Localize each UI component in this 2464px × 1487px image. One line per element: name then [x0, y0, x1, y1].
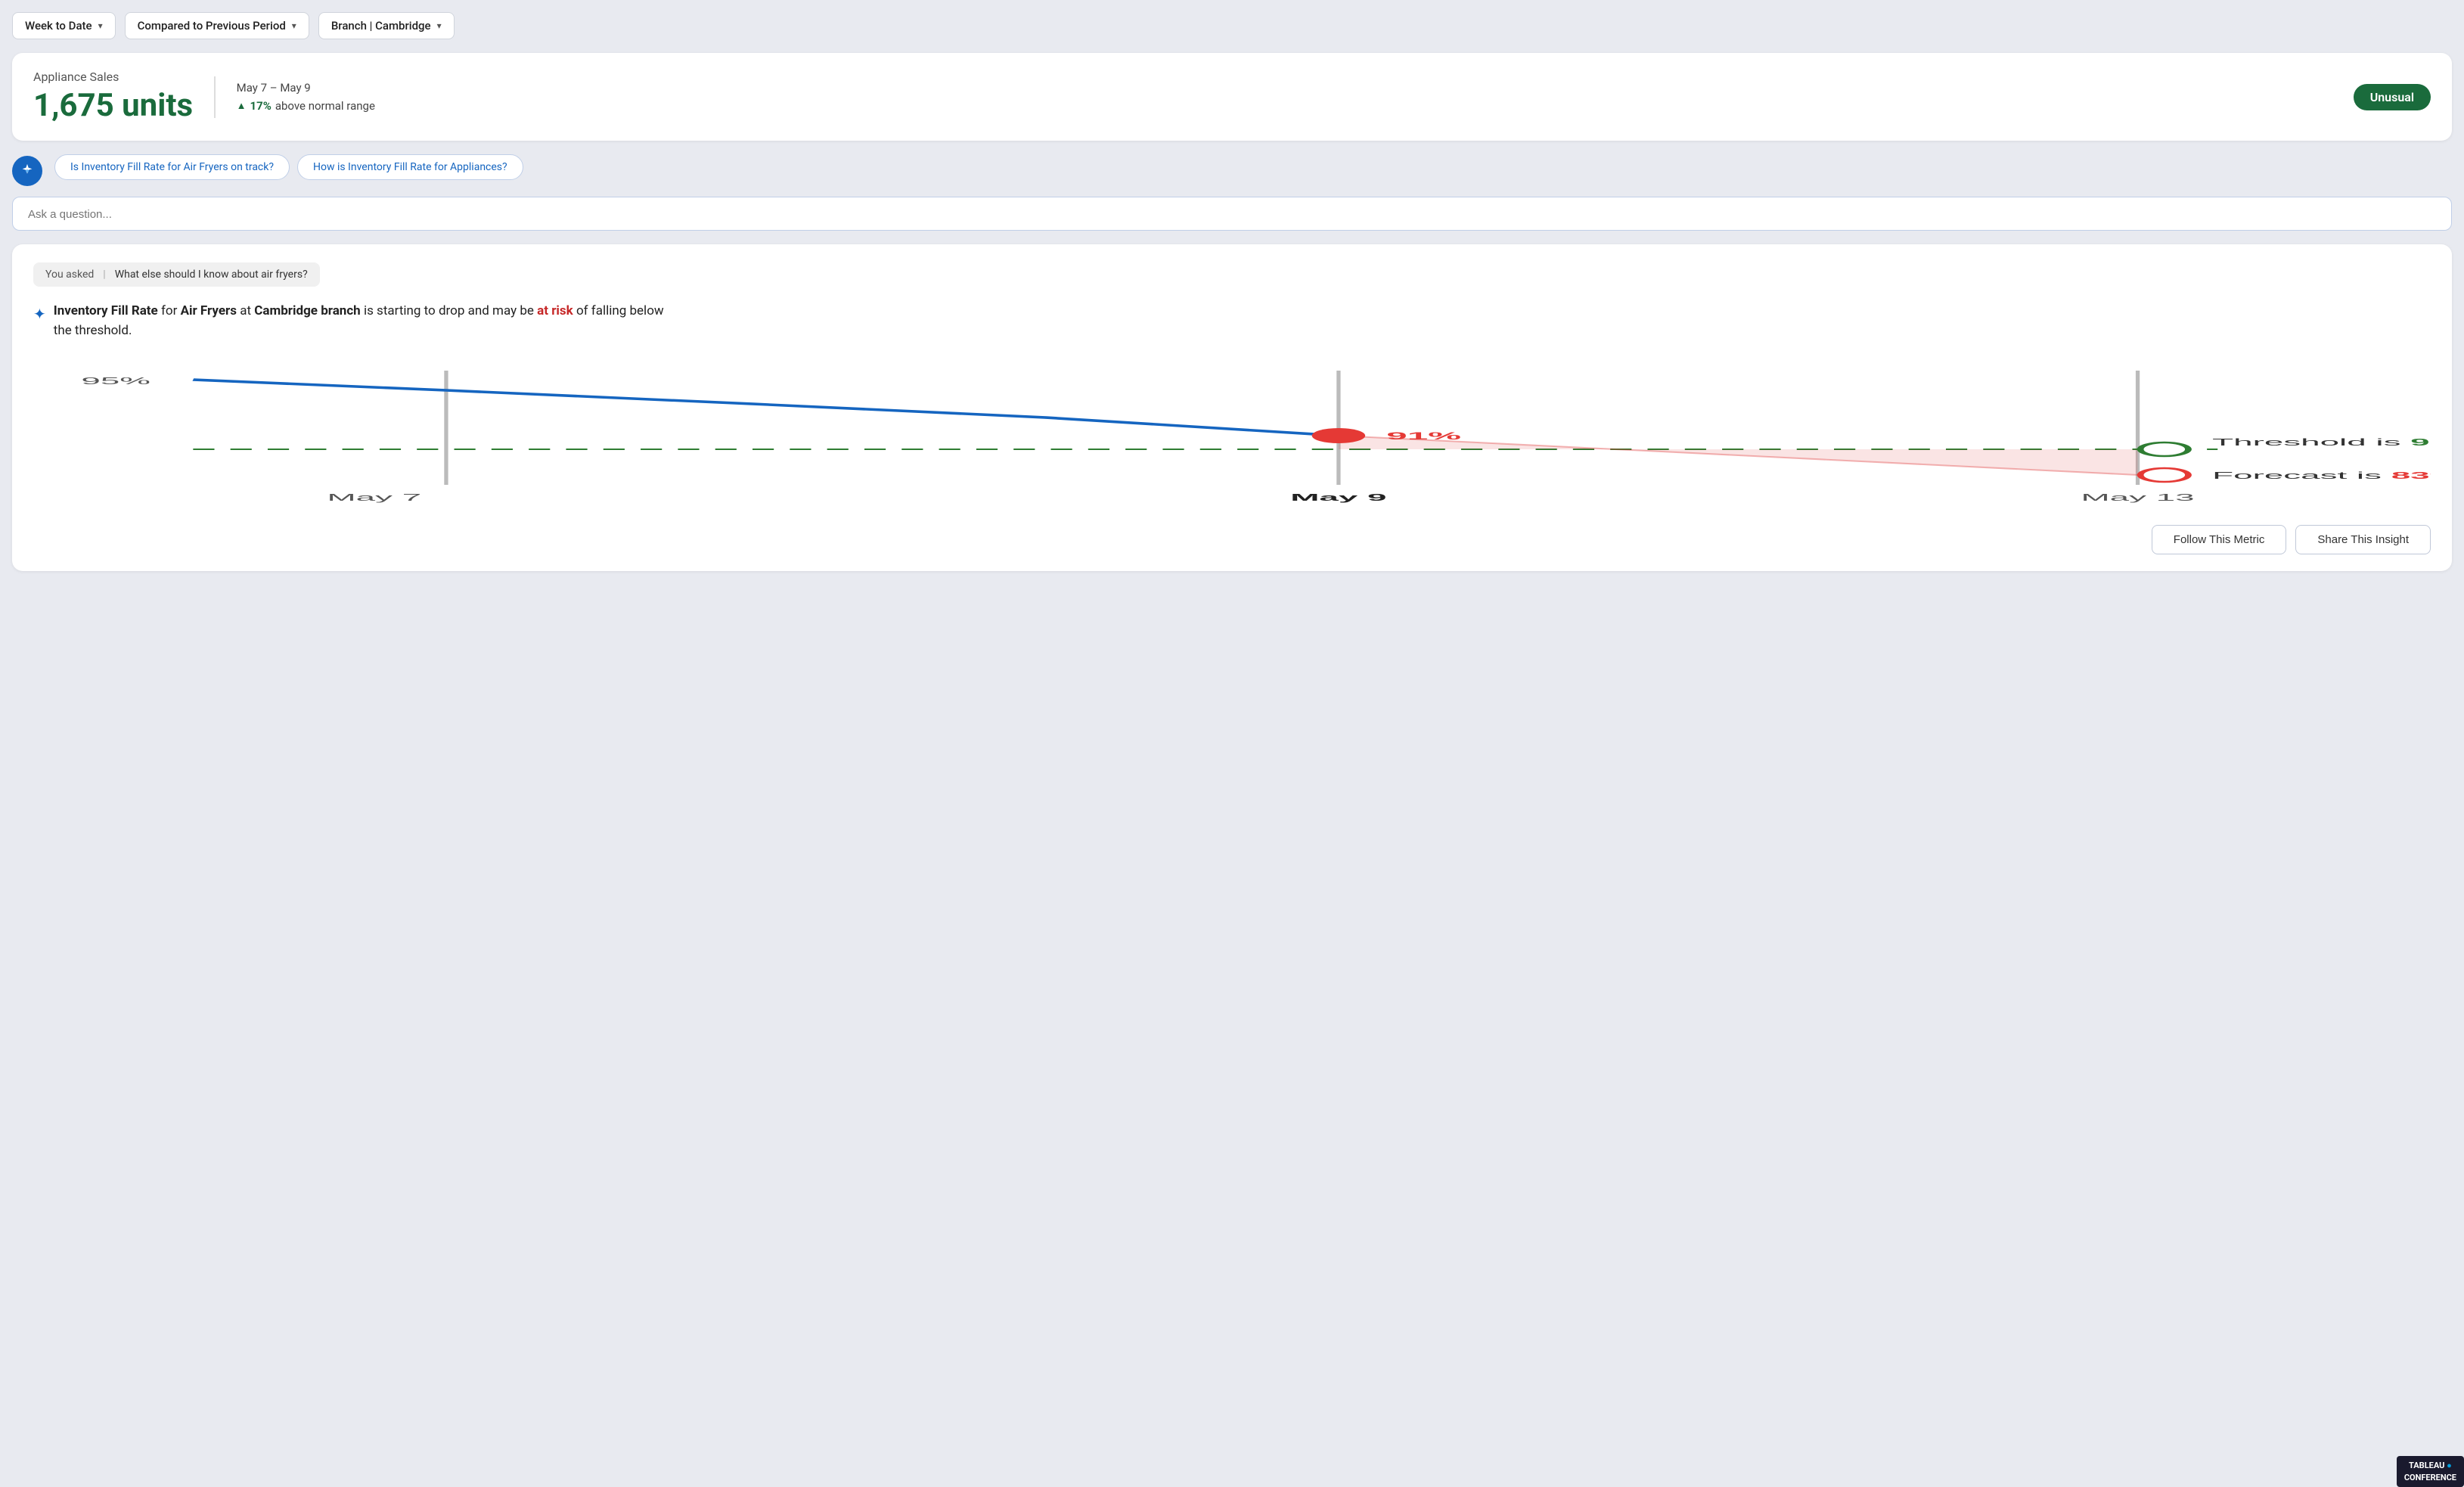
up-triangle-icon: ▲	[237, 100, 247, 112]
metric-title: Appliance Sales	[33, 70, 193, 84]
filter-bar: Week to Date ▾ Compared to Previous Peri…	[12, 12, 2452, 39]
tableau-line1: TABLEAU	[2409, 1461, 2444, 1470]
svg-text:May 9: May 9	[1290, 492, 1386, 503]
ai-area: Is Inventory Fill Rate for Air Fryers on…	[12, 154, 2452, 186]
insight-text: ✦ Inventory Fill Rate for Air Fryers at …	[33, 302, 2431, 340]
metric-divider	[214, 76, 216, 118]
svg-text:Threshold is 90%: Threshold is 90%	[2212, 437, 2431, 448]
insight-panel: You asked | What else should I know abou…	[12, 244, 2452, 571]
ai-icon	[12, 156, 42, 186]
comparison-chevron-icon: ▾	[292, 20, 296, 31]
ai-suggestions-area: Is Inventory Fill Rate for Air Fryers on…	[54, 154, 523, 180]
insight-tail: of falling below	[576, 303, 664, 318]
svg-text:91%: 91%	[1386, 430, 1461, 442]
comparison-filter[interactable]: Compared to Previous Period ▾	[125, 12, 309, 39]
divider: |	[103, 269, 105, 281]
insight-tail2: the threshold.	[54, 323, 132, 338]
svg-text:Forecast is 83%: Forecast is 83%	[2212, 470, 2431, 481]
ai-suggestions-list: Is Inventory Fill Rate for Air Fryers on…	[54, 154, 523, 180]
ask-input[interactable]	[28, 208, 2436, 221]
insight-body-text: is starting to drop and may be	[364, 303, 537, 318]
metric-change-label: above normal range	[275, 99, 375, 113]
you-asked-question: What else should I know about air fryers…	[115, 269, 308, 281]
unusual-badge: Unusual	[2354, 84, 2431, 110]
sparkle-icon	[19, 163, 36, 179]
metric-left: Appliance Sales 1,675 units May 7 – May …	[33, 70, 375, 124]
period-label: Week to Date	[25, 19, 92, 33]
branch-chevron-icon: ▾	[437, 20, 442, 31]
location-bold: Cambridge branch	[254, 303, 360, 318]
metric-date-range: May 7 – May 9	[237, 81, 375, 95]
insight-for: for	[161, 303, 181, 318]
product-bold: Air Fryers	[181, 303, 237, 318]
insight-sparkle-icon: ✦	[33, 303, 46, 325]
branch-filter[interactable]: Branch | Cambridge ▾	[318, 12, 455, 39]
svg-text:95%: 95%	[81, 376, 151, 386]
share-insight-button[interactable]: Share This Insight	[2295, 525, 2431, 554]
period-chevron-icon: ▾	[98, 20, 103, 31]
chart-svg: 95% 91% Threshold is 90% Forecast is 83%	[33, 360, 2431, 511]
insight-location: at	[240, 303, 254, 318]
period-filter[interactable]: Week to Date ▾	[12, 12, 116, 39]
comparison-label: Compared to Previous Period	[138, 19, 286, 33]
insight-body: Inventory Fill Rate for Air Fryers at Ca…	[54, 302, 664, 340]
at-risk-text: at risk	[537, 303, 573, 318]
metric-change: ▲ 17% above normal range	[237, 99, 375, 113]
suggestion-1[interactable]: Is Inventory Fill Rate for Air Fryers on…	[54, 154, 290, 180]
tableau-sf-dot: ●	[2447, 1461, 2452, 1470]
tableau-badge: TABLEAU ● CONFERENCE	[2397, 1456, 2464, 1487]
metric-info: Appliance Sales 1,675 units	[33, 70, 193, 124]
ask-input-wrap[interactable]	[12, 197, 2452, 231]
svg-text:May 13: May 13	[2081, 492, 2195, 503]
tableau-line2: CONFERENCE	[2404, 1473, 2456, 1482]
branch-label: Branch | Cambridge	[331, 19, 431, 33]
chart-actions-wrap: Follow This Metric Share This Insight TA…	[33, 525, 2431, 554]
suggestion-2[interactable]: How is Inventory Fill Rate for Appliance…	[297, 154, 523, 180]
metric-change-pct: 17%	[250, 99, 272, 113]
chart-actions: Follow This Metric Share This Insight TA…	[2152, 525, 2431, 554]
metric-bold: Inventory Fill Rate	[54, 303, 158, 318]
follow-metric-button[interactable]: Follow This Metric	[2152, 525, 2287, 554]
metric-card: Appliance Sales 1,675 units May 7 – May …	[12, 53, 2452, 141]
chart-area: 95% 91% Threshold is 90% Forecast is 83%	[33, 360, 2431, 511]
you-asked-label: You asked	[45, 269, 94, 281]
metric-value: 1,675 units	[33, 87, 193, 124]
you-asked-bar: You asked | What else should I know abou…	[33, 262, 320, 287]
svg-text:May 7: May 7	[327, 492, 422, 503]
metric-period-info: May 7 – May 9 ▲ 17% above normal range	[237, 81, 375, 113]
